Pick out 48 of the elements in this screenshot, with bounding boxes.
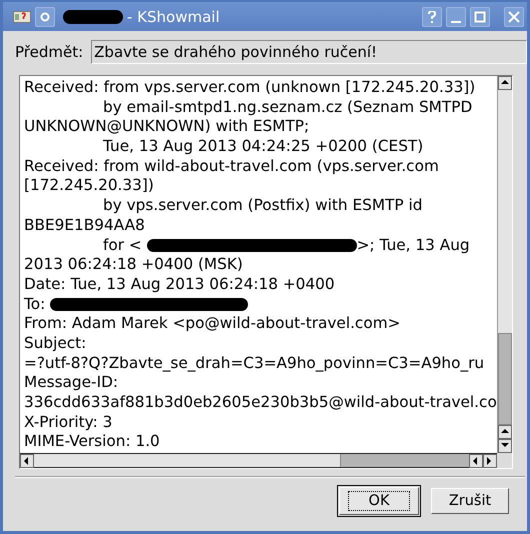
header-text: by vps.server.com (Postfix) with ESMTP id xyxy=(103,196,422,216)
close-button[interactable] xyxy=(504,6,524,26)
header-text: Message-ID: xyxy=(24,373,118,394)
header-text: MIME-Version: 1.0 xyxy=(24,432,160,452)
scrollbar-corner xyxy=(497,453,512,468)
subject-label: Předmět: xyxy=(15,43,84,61)
scroll-left-button[interactable] xyxy=(20,454,34,468)
dialog-button[interactable]: Zrušit xyxy=(431,488,509,514)
help-button[interactable] xyxy=(422,6,442,26)
header-text: Subject: xyxy=(24,334,86,354)
minimize-button[interactable] xyxy=(446,6,466,26)
help-icon xyxy=(426,10,438,22)
scroll-left-button[interactable] xyxy=(469,454,483,468)
scroll-down-button[interactable] xyxy=(498,439,512,453)
vertical-scrollbar[interactable] xyxy=(497,76,512,453)
window-menu-button[interactable] xyxy=(35,6,55,26)
maximize-icon xyxy=(474,10,486,22)
window-title: - KShowmail xyxy=(127,8,220,26)
header-text: X-Priority: 3 xyxy=(24,412,112,432)
scroll-up-button[interactable] xyxy=(498,425,512,439)
close-icon xyxy=(508,10,520,22)
maximize-button[interactable] xyxy=(470,6,490,26)
header-text: =?utf-8?Q?Zbavte_se_drah=C3=A9ho_povinn=C3=A9ho_ru xyxy=(24,354,484,374)
circle-icon xyxy=(40,12,50,22)
header-text: Received: from vps.server.com (unknown [172.245.20.33]) xyxy=(24,78,476,98)
header-text: >; Tue, 13 Aug xyxy=(356,236,470,256)
header-text: From: Adam Marek <po@wild-about-travel.com> xyxy=(24,314,400,334)
app-icon xyxy=(13,10,31,22)
header-text: by email-smtpd1.ng.seznam.cz (Seznam SMTPD xyxy=(103,98,472,118)
header-text: To: xyxy=(24,294,46,314)
header-text: 2013 06:24:18 +0400 (MSK) xyxy=(24,255,243,275)
header-text: Date: Tue, 13 Aug 2013 06:24:18 +0400 xyxy=(24,274,335,295)
redaction-mark xyxy=(63,10,123,24)
header-text: 336cdd633af881b3d0eb2605e230b3b5@wild-about-travel.co xyxy=(24,393,497,413)
dialog-button[interactable]: OK xyxy=(339,487,419,515)
header-text: UNKNOWN@UNKNOWN) with ESMTP; xyxy=(24,117,310,138)
header-text: Tue, 13 Aug 2013 04:24:25 +0200 (CEST) xyxy=(103,137,424,157)
scrollbar-thumb[interactable] xyxy=(340,454,469,467)
header-text: BBE9E1B94AA8 xyxy=(24,216,145,236)
header-text: [172.245.20.33]) xyxy=(24,176,154,196)
header-text: for < xyxy=(103,236,142,256)
horizontal-scrollbar[interactable] xyxy=(20,453,497,468)
header-text: Received: from wild-about-travel.com (vps.server.com xyxy=(24,156,439,176)
minimize-icon xyxy=(451,20,461,22)
subject-field[interactable]: Zbavte se drahého povinného ručení! xyxy=(91,40,527,64)
scrollbar-thumb[interactable] xyxy=(498,333,512,425)
scroll-right-button[interactable] xyxy=(483,454,497,468)
scroll-up-button[interactable] xyxy=(498,76,512,90)
